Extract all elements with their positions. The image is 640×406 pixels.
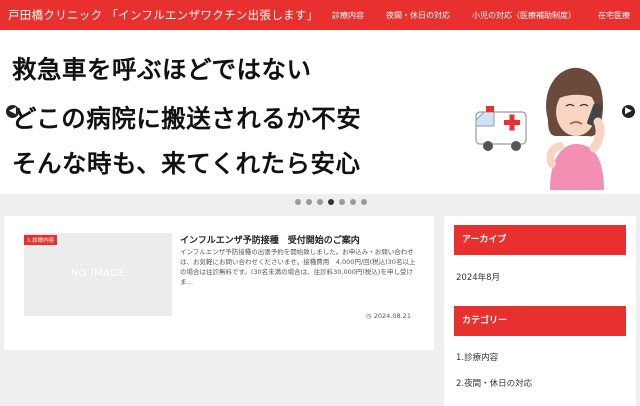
- hero-slider[interactable]: 救急車を呼ぶほどではない どこの病院に搬送されるか不安 そんな時も、来てくれたら…: [0, 30, 640, 194]
- category-link[interactable]: 1.診療内容: [456, 351, 498, 363]
- woman-figure: [546, 67, 605, 190]
- post-card[interactable]: NO IMAGE 1.診療内容 インフルエンザ予防接種 受付開始のご案内 インフ…: [4, 216, 434, 350]
- post-excerpt: インフルエンザ予防接種の出張予約を開始致しました。お申込み・お問い合わせは、お気…: [180, 248, 416, 286]
- slider-dot-active[interactable]: [328, 199, 334, 205]
- post-title[interactable]: インフルエンザ予防接種 受付開始のご案内: [180, 233, 360, 246]
- site-title[interactable]: 戸田橋クリニック 「インフルエンザワクチン出張します」: [8, 7, 318, 23]
- category-badge[interactable]: 1.診療内容: [24, 235, 58, 245]
- site-header: 戸田橋クリニック 「インフルエンザワクチン出張します」 診療内容 夜間・休日の対…: [0, 0, 640, 30]
- slider-dot[interactable]: [339, 199, 345, 205]
- main-nav: 診療内容 夜間・休日の対応 小児の対応（医療補助制度） 在宅医療: [321, 0, 640, 30]
- nav-item-night-holiday[interactable]: 夜間・休日の対応: [375, 10, 461, 21]
- post-date: ◷ 2024.08.21: [366, 312, 411, 320]
- archive-link[interactable]: 2024年8月: [456, 271, 500, 283]
- slider-dot[interactable]: [350, 199, 356, 205]
- slide-headline-2: どこの病院に搬送されるか不安: [12, 104, 362, 133]
- slide-headline-3: そんな時も、来てくれたら安心: [12, 149, 361, 178]
- ambulance-icon: [475, 106, 527, 151]
- archive-widget-title: アーカイブ: [454, 225, 626, 255]
- nav-item-pediatrics[interactable]: 小児の対応（医療補助制度）: [461, 10, 587, 21]
- slide-headline-1: 救急車を呼ぶほどではない: [12, 55, 312, 84]
- nav-item-home-care[interactable]: 在宅医療: [587, 10, 640, 21]
- slider-dot[interactable]: [361, 199, 367, 205]
- post-thumbnail[interactable]: NO IMAGE 1.診療内容: [24, 233, 172, 316]
- nav-item-services[interactable]: 診療内容: [321, 10, 375, 21]
- no-image-label: NO IMAGE: [70, 268, 126, 279]
- category-widget-title: カテゴリー: [454, 306, 626, 336]
- slider-prev-arrow-icon[interactable]: ◀: [6, 105, 19, 118]
- phone-call-illustration: [475, 67, 605, 190]
- slider-dots: [0, 199, 640, 205]
- sidebar: アーカイブ 2024年8月 カテゴリー 1.診療内容 2.夜間・休日の対応: [444, 216, 636, 406]
- category-link[interactable]: 2.夜間・休日の対応: [456, 377, 532, 389]
- slider-dot[interactable]: [295, 199, 301, 205]
- slider-dot[interactable]: [306, 199, 312, 205]
- clock-icon: ◷: [366, 312, 372, 320]
- slider-next-arrow-icon[interactable]: ▶: [622, 105, 635, 118]
- post-date-text: 2024.08.21: [373, 312, 411, 320]
- slider-dot[interactable]: [317, 199, 323, 205]
